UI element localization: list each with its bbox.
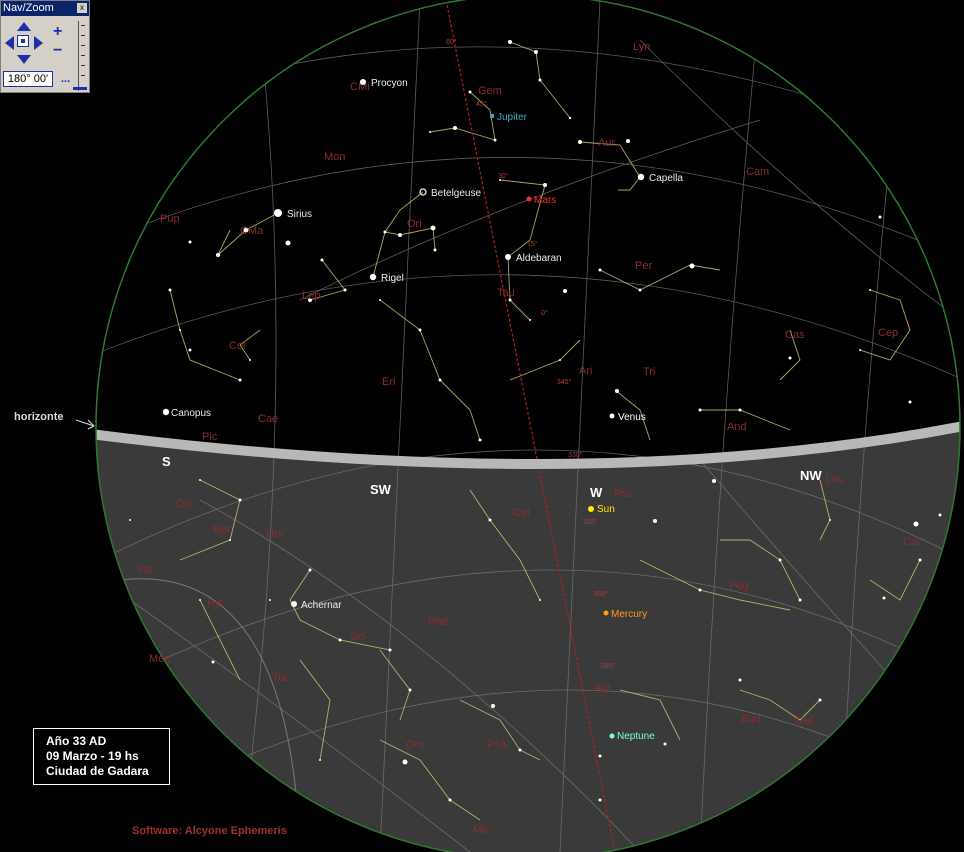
const-col: Col (229, 340, 246, 352)
const-aqr: Aqr (594, 682, 611, 694)
const-peg: Peg (729, 580, 749, 592)
ecl-tick: 315° (583, 518, 598, 526)
pan-right-arrow-icon[interactable] (34, 36, 43, 50)
const-cas: Cas (785, 329, 805, 341)
cardinal-sw: SW (370, 482, 392, 497)
zoom-scale[interactable] (78, 21, 89, 91)
const-pup: Pup (160, 213, 180, 225)
star-label: Sirius (287, 209, 312, 220)
planet-label: Venus (618, 412, 646, 423)
const-lac: Lac (826, 473, 844, 485)
cardinal-w: W (590, 485, 603, 500)
field-of-view-input[interactable] (3, 71, 53, 87)
const-mic: Mic (473, 824, 491, 836)
star-label: Rigel (381, 273, 404, 284)
zoom-slider-handle[interactable] (73, 87, 87, 90)
const-car: Car (903, 536, 921, 548)
star-label: Procyon (371, 78, 408, 89)
ecl-tick: 30° (498, 172, 509, 180)
const-hyi: Hyi (207, 597, 223, 609)
const-lep: Lep (302, 290, 320, 302)
const-ari: Ari (579, 365, 592, 377)
ecl-tick: 300° (594, 590, 609, 598)
info-box: Año 33 AD 09 Marzo - 19 hs Ciudad de Gad… (33, 728, 170, 785)
star-label: Capella (649, 173, 683, 184)
cardinal-s: S (162, 454, 171, 469)
ecl-tick: 330° (568, 451, 583, 459)
const-tuc: Tuc (272, 672, 290, 684)
const-ret: Ret (213, 524, 230, 536)
pan-pad (5, 22, 43, 64)
star-label: Betelgeuse (431, 188, 481, 199)
ecl-tick: 15° (527, 240, 538, 248)
ecl-tick: 45° (476, 100, 487, 108)
planet-label: Neptune (617, 731, 655, 742)
const-hor: Hor (266, 528, 284, 540)
const-cma: CMa (240, 225, 264, 237)
ecl-tick: 60° (446, 38, 457, 46)
const-psc: Psc (614, 488, 633, 500)
const-ori: Ori (407, 218, 422, 230)
const-cep: Cep (878, 327, 898, 339)
nav-zoom-panel[interactable]: Nav/Zoom x + − ... (0, 0, 90, 93)
sky-chart[interactable]: Lyn CMi Gem Aur Cam Mon Ori Pup CMa Per … (0, 0, 964, 852)
const-lyn: Lyn (633, 41, 650, 53)
planet-mercury[interactable]: Mercury (603, 609, 648, 620)
software-credit: Software: Alcyone Ephemeris (132, 825, 287, 837)
pan-down-arrow-icon[interactable] (17, 55, 31, 64)
const-per: Per (635, 260, 652, 272)
nav-zoom-title-text: Nav/Zoom (3, 2, 54, 14)
planet-neptune[interactable]: Neptune (609, 731, 656, 742)
zoom-out-button[interactable]: − (53, 43, 62, 59)
star-label: Canopus (171, 408, 211, 419)
info-year: Año 33 AD (46, 734, 107, 748)
ecl-tick: 285° (601, 662, 616, 670)
const-dor: Dor (176, 498, 194, 510)
info-date: 09 Marzo - 19 hs (46, 749, 139, 763)
close-icon[interactable]: x (77, 3, 87, 13)
center-view-icon[interactable] (17, 35, 29, 47)
const-equ: Equ (741, 713, 761, 725)
pan-left-arrow-icon[interactable] (5, 36, 14, 50)
const-pic: Pic (202, 431, 218, 443)
star-label: Aldebaran (516, 253, 562, 264)
const-mon: Mon (324, 151, 345, 163)
horizon-label: horizonte (14, 411, 64, 423)
const-cam: Cam (746, 166, 769, 178)
const-aur: Aur (598, 137, 615, 149)
ecl-tick: 345° (557, 378, 572, 386)
pan-up-arrow-icon[interactable] (17, 22, 31, 31)
const-and: And (727, 421, 747, 433)
ecl-tick: 0° (541, 309, 548, 317)
const-psa: PsA (487, 739, 508, 751)
planet-label: Mars (534, 195, 556, 206)
const-cmi: CMi (350, 81, 370, 93)
cardinal-nw: NW (800, 468, 822, 483)
nav-zoom-title: Nav/Zoom x (1, 1, 89, 16)
star-label: Achernar (301, 600, 342, 611)
const-phe: Phe (428, 616, 448, 628)
const-cet: Cet (513, 507, 530, 519)
planet-label: Sun (597, 504, 615, 515)
const-men: Men (149, 653, 170, 665)
const-vol: Vol (137, 564, 152, 576)
star-canopus[interactable]: Canopus (162, 408, 211, 419)
const-eri: Eri (382, 376, 395, 388)
const-del: Del (796, 715, 813, 727)
const-gru: Gru (406, 739, 424, 751)
info-location: Ciudad de Gadara (46, 764, 149, 778)
more-options-button[interactable]: ... (61, 73, 70, 85)
const-tri: Tri (643, 366, 655, 378)
const-gem: Gem (478, 85, 502, 97)
const-scl: Scl (350, 631, 365, 643)
const-tau: Tau (497, 287, 515, 299)
planet-label: Mercury (611, 609, 647, 620)
const-cae: Cae (258, 413, 278, 425)
zoom-in-button[interactable]: + (53, 24, 62, 40)
planet-label: Jupiter (497, 112, 528, 123)
